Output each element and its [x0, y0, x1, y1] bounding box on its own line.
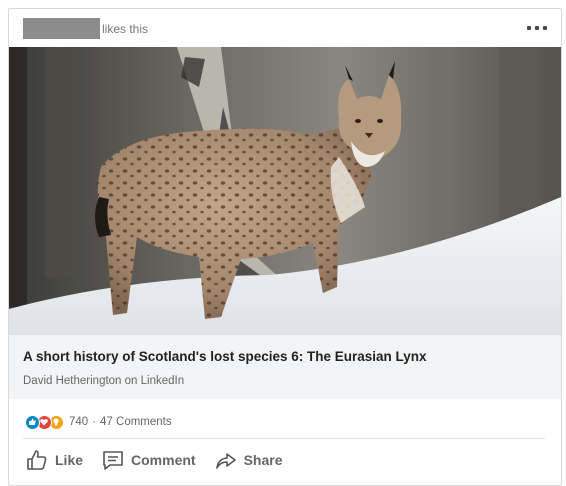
- count-separator: ·: [92, 416, 97, 428]
- reaction-count[interactable]: 740: [69, 416, 88, 428]
- comment-count[interactable]: 47 Comments: [100, 416, 172, 428]
- more-options-button[interactable]: [527, 26, 547, 32]
- social-counts: 740 · 47 Comments: [25, 414, 172, 430]
- redacted-actor-name: [23, 18, 100, 39]
- article-link-preview[interactable]: A short history of Scotland's lost speci…: [9, 335, 561, 399]
- like-button[interactable]: Like: [19, 446, 89, 474]
- ellipsis-icon: [527, 26, 531, 30]
- post-image[interactable]: [9, 47, 561, 335]
- like-reaction-icon: [25, 414, 40, 430]
- comment-button[interactable]: Comment: [95, 446, 202, 474]
- like-label: Like: [55, 452, 84, 468]
- activity-text: likes this: [102, 22, 149, 36]
- comment-label: Comment: [131, 452, 196, 468]
- share-icon: [215, 453, 236, 469]
- article-title: A short history of Scotland's lost speci…: [23, 349, 427, 364]
- share-button[interactable]: Share: [208, 446, 289, 474]
- article-source: David Hetherington on LinkedIn: [23, 375, 185, 387]
- social-actions-bar: Like Comment Share: [19, 446, 295, 474]
- comment-icon: [103, 451, 123, 470]
- feed-post-card: likes this A short history of Scotland's…: [8, 8, 562, 486]
- divider: [23, 438, 545, 439]
- lynx-image: [9, 47, 561, 335]
- thumbs-up-icon: [27, 450, 47, 470]
- share-label: Share: [243, 452, 283, 468]
- post-header: likes this: [9, 9, 561, 47]
